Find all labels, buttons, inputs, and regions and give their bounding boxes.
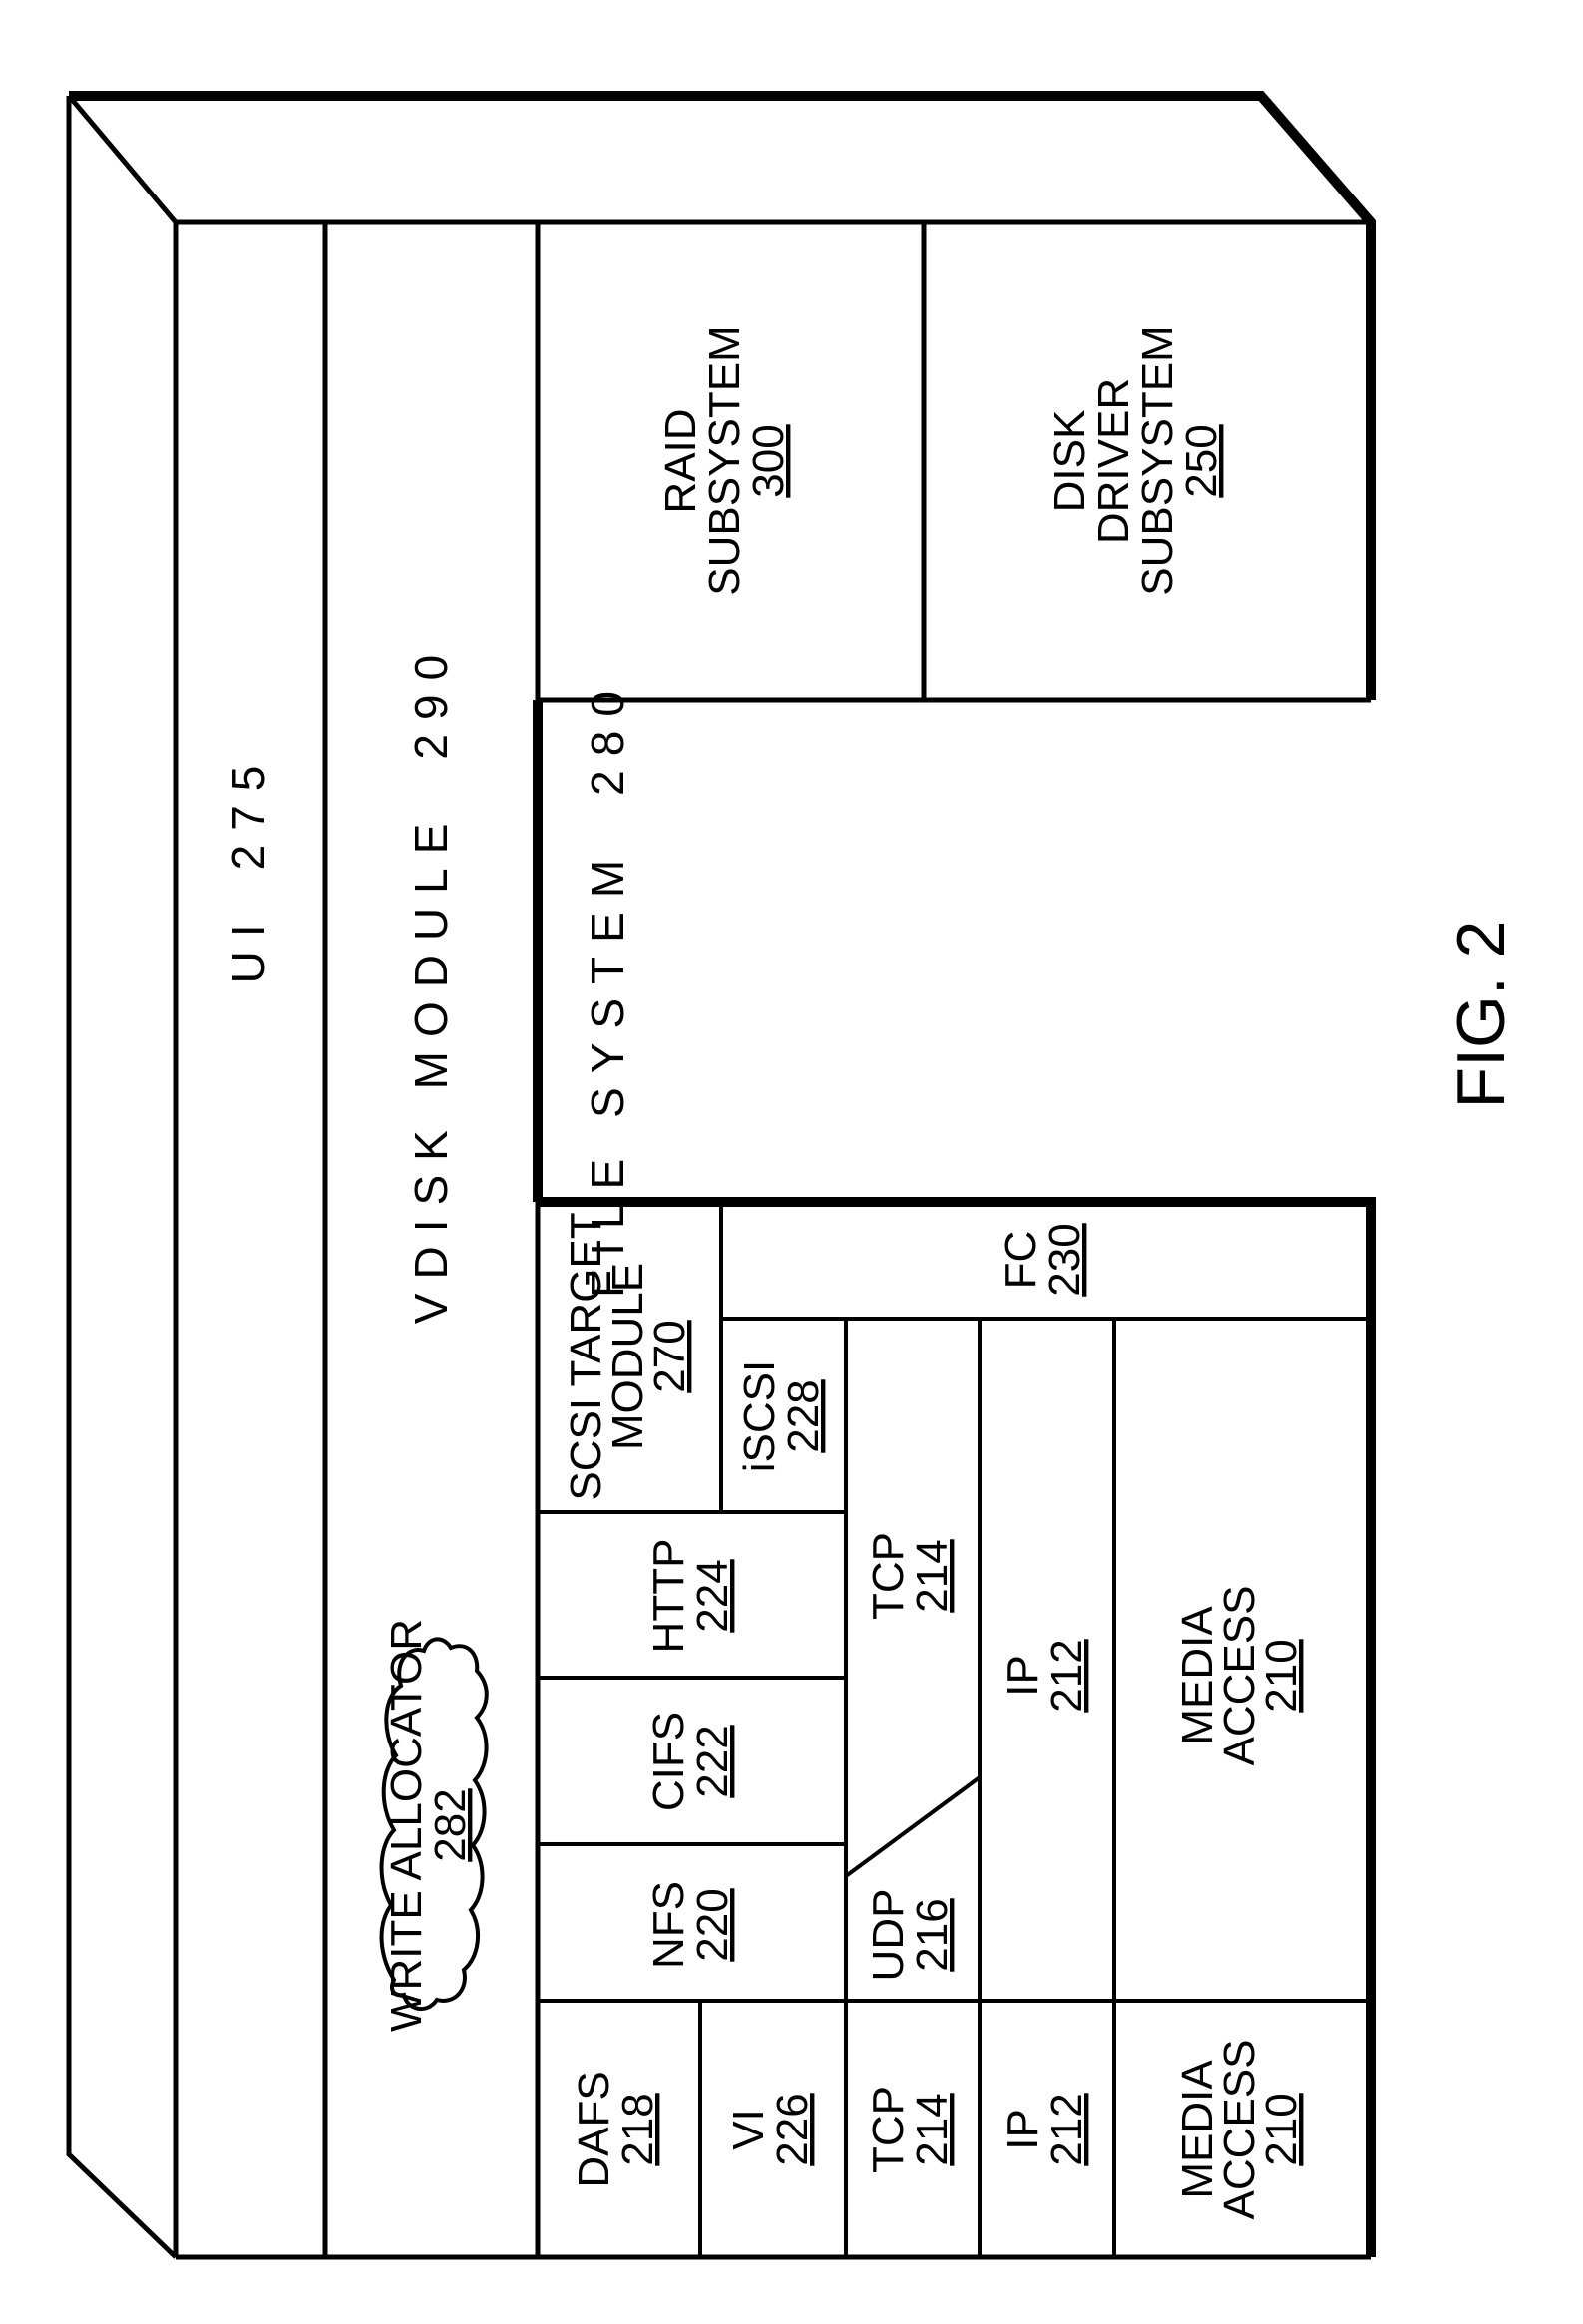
svg-text:218: 218	[613, 2093, 662, 2165]
svg-text:212: 212	[1042, 2093, 1091, 2165]
svg-text:CIFS: CIFS	[644, 1712, 693, 1811]
svg-text:FC: FC	[996, 1231, 1045, 1290]
svg-text:RAID: RAID	[656, 408, 705, 513]
disk-driver-subsystem-label: DISK DRIVER SUBSYSTEM 250	[1045, 325, 1226, 595]
svg-text:SUBSYSTEM: SUBSYSTEM	[700, 325, 749, 595]
svg-text:DRIVER: DRIVER	[1089, 378, 1138, 544]
udp-label: UDP 216	[864, 1889, 957, 1982]
svg-text:212: 212	[1042, 1639, 1091, 1712]
svg-text:UDP: UDP	[864, 1889, 913, 1982]
http-label: HTTP 224	[644, 1539, 737, 1654]
svg-text:FIG. 2: FIG. 2	[1443, 921, 1519, 1109]
svg-text:222: 222	[688, 1725, 737, 1797]
iscsi-label: iSCSI 228	[735, 1360, 828, 1472]
vi-label: VI 226	[724, 2093, 817, 2165]
tcp-vi-label: TCP 214	[864, 2086, 957, 2173]
corner-bevel	[67, 94, 178, 224]
svg-text:iSCSI: iSCSI	[735, 1360, 784, 1472]
vdisk-module-label: VDISK MODULE290	[405, 641, 457, 1324]
svg-text:HTTP: HTTP	[644, 1539, 693, 1654]
storage-os-diagram: UI275 VDISK MODULE290 FILE SYSTEM280 WRI…	[66, 91, 1519, 2260]
svg-text:226: 226	[768, 2093, 817, 2165]
svg-text:210: 210	[1257, 1639, 1306, 1712]
svg-text:SUBSYSTEM: SUBSYSTEM	[1133, 325, 1182, 595]
ip-vi-label: IP 212	[998, 2093, 1091, 2165]
svg-text:DISK: DISK	[1045, 410, 1094, 513]
fc-label: FC 230	[996, 1223, 1089, 1296]
dafs-label: DAFS 218	[570, 2071, 662, 2187]
svg-text:IP: IP	[998, 2109, 1047, 2150]
svg-text:300: 300	[744, 424, 793, 497]
media-access-main-label: MEDIA ACCESS 210	[1173, 1586, 1306, 1766]
svg-text:224: 224	[688, 1559, 737, 1632]
ui-layer-label: UI275	[222, 752, 274, 984]
svg-text:FILE SYSTEM280: FILE SYSTEM280	[582, 677, 633, 1298]
write-allocator-label: WRITE ALLOCATOR 282	[382, 1619, 475, 2032]
media-access-vi-label: MEDIA ACCESS 210	[1173, 2040, 1306, 2220]
nfs-label: NFS 220	[644, 1881, 737, 1969]
ip-main-label: IP 212	[998, 1639, 1091, 1712]
svg-text:VDISK MODULE290: VDISK MODULE290	[405, 641, 457, 1324]
svg-text:TCP: TCP	[864, 1532, 913, 1620]
tcp-main-label: TCP 214	[864, 1532, 957, 1620]
svg-text:UI275: UI275	[222, 752, 274, 984]
svg-text:270: 270	[645, 1320, 694, 1392]
svg-text:214: 214	[908, 1539, 957, 1612]
svg-text:NFS: NFS	[644, 1881, 693, 1969]
figure-caption: FIG. 2	[1443, 921, 1519, 1109]
svg-text:IP: IP	[998, 1655, 1047, 1697]
labels: UI275 VDISK MODULE290 FILE SYSTEM280 WRI…	[222, 325, 1519, 2219]
udp-tcp-diagonal	[844, 1775, 982, 1878]
file-system-label: FILE SYSTEM280	[582, 677, 633, 1298]
cifs-label: CIFS 222	[644, 1712, 737, 1811]
svg-text:216: 216	[908, 1898, 957, 1971]
svg-text:VI: VI	[724, 2109, 773, 2150]
svg-text:282: 282	[426, 1788, 475, 1861]
svg-text:214: 214	[908, 2093, 957, 2165]
svg-text:WRITE ALLOCATOR: WRITE ALLOCATOR	[382, 1619, 431, 2032]
svg-text:210: 210	[1257, 2093, 1306, 2165]
svg-text:250: 250	[1177, 424, 1226, 497]
svg-text:DAFS: DAFS	[570, 2071, 618, 2187]
raid-subsystem-label: RAID SUBSYSTEM 300	[656, 325, 793, 595]
svg-text:228: 228	[779, 1379, 828, 1452]
svg-text:220: 220	[688, 1888, 737, 1961]
svg-text:TCP: TCP	[864, 2086, 913, 2173]
left-outline	[66, 96, 178, 2259]
svg-text:230: 230	[1040, 1223, 1089, 1296]
